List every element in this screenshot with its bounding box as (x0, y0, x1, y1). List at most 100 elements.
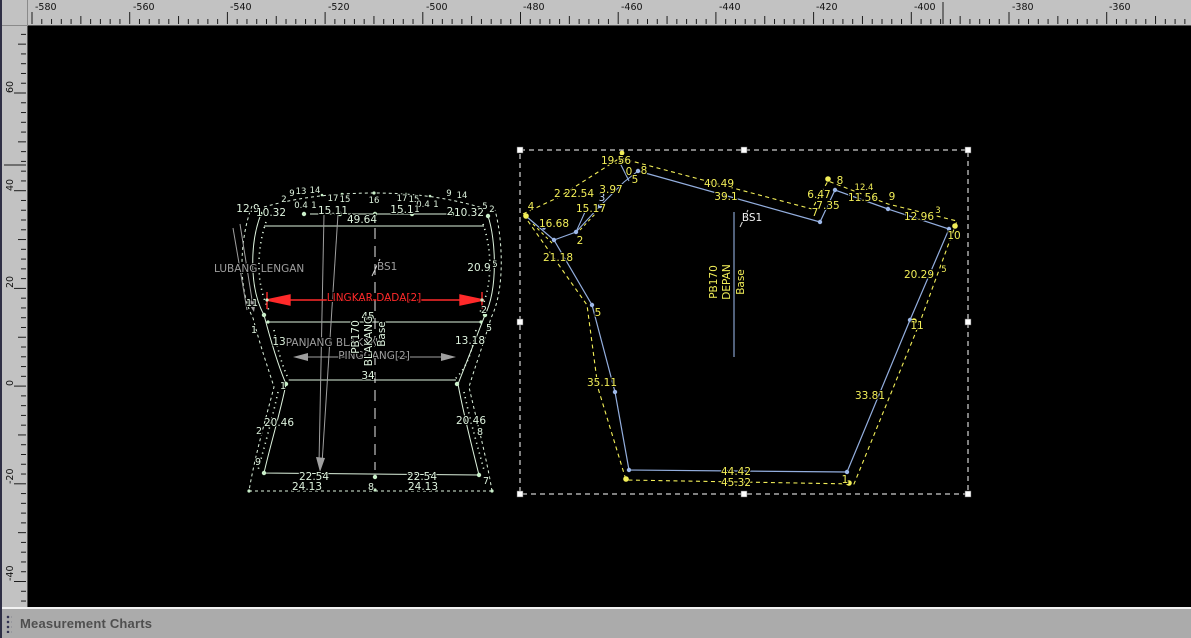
ruler-label: -560 (133, 2, 155, 13)
measurement-label: 15.17 (576, 203, 606, 215)
measurement-label: BLAKANG (363, 316, 375, 366)
pattern-point[interactable] (623, 476, 629, 482)
pattern-point[interactable] (523, 213, 529, 219)
measurement-label: 0.4 (294, 201, 308, 211)
pattern-point[interactable] (265, 298, 268, 301)
front-piece-labels: 42 22.5416.6815.17233.9719.5608540.4939.… (528, 155, 961, 489)
pattern-point[interactable] (455, 382, 459, 386)
measurement-label: 2 (447, 206, 454, 218)
pattern-point[interactable] (262, 313, 266, 317)
front-piece-rotated-labels: PB170DEPANBase (708, 264, 747, 299)
measurement-label: 20.46 (456, 415, 486, 427)
pattern-point[interactable] (262, 471, 266, 475)
ruler-label: 40 (5, 179, 16, 191)
measurement-label: DEPAN (721, 264, 733, 299)
pattern-point[interactable] (429, 195, 432, 198)
pattern-point[interactable] (247, 489, 250, 492)
pattern-point[interactable] (818, 220, 822, 224)
vertical-ruler[interactable]: 6040200-20-40 (2, 26, 28, 607)
pattern-point[interactable] (266, 320, 269, 323)
pattern-point[interactable] (825, 176, 831, 182)
measurement-label: LINGKAR DADA[2] (327, 292, 422, 304)
measurement-label: 9 (289, 189, 294, 199)
measurement-label: 14 (310, 186, 321, 196)
back-seam-allowance-left (242, 206, 274, 491)
pattern-point[interactable] (477, 473, 481, 477)
measurement-label: 1 (414, 205, 419, 215)
pattern-point[interactable] (321, 194, 324, 197)
measurement-label: 16.68 (539, 218, 569, 230)
measurement-label: 9 (446, 189, 451, 199)
measurement-label: 11 (910, 320, 923, 332)
selection-handle[interactable] (965, 319, 971, 325)
ruler-label: 0 (5, 380, 16, 386)
pattern-point[interactable] (479, 320, 482, 323)
ruler-label: -540 (230, 2, 252, 13)
pattern-point[interactable] (480, 298, 483, 301)
measurement-label: 17 (397, 194, 408, 204)
selection-marquee[interactable] (520, 150, 968, 494)
measurement-label: 10.32 (454, 207, 484, 219)
pattern-point[interactable] (886, 207, 890, 211)
measurement-label: 17 (328, 194, 339, 204)
selection-handle[interactable] (965, 491, 971, 497)
measurement-label: 8 (368, 482, 374, 493)
measurement-label: 45.32 (721, 477, 751, 489)
selection-handle[interactable] (517, 491, 523, 497)
measurement-label: 16 (369, 196, 380, 206)
ruler-label: -420 (816, 2, 838, 13)
selection-handle[interactable] (741, 491, 747, 497)
ruler-label: -460 (621, 2, 643, 13)
pattern-point[interactable] (627, 468, 631, 472)
measurement-label: 2 22.54 (554, 188, 594, 200)
measurement-label: 12.96 (904, 211, 934, 223)
selection-handle[interactable] (517, 319, 523, 325)
right-arrow-icon (441, 353, 456, 361)
back-notch-dots-right (454, 224, 490, 470)
pattern-point[interactable] (833, 188, 837, 192)
ruler-corner (2, 0, 28, 26)
pattern-point[interactable] (302, 212, 306, 216)
statusbar-label: Measurement Charts (20, 616, 152, 631)
measurement-label: 5 (492, 260, 497, 270)
pattern-point[interactable] (636, 169, 640, 173)
pattern-point[interactable] (373, 475, 377, 479)
pattern-design-window: -580-560-540-520-500-480-460-440-420-400… (0, 0, 1191, 638)
pattern-canvas[interactable]: 2913140.4117151617159140.4112.910.3215.1… (28, 26, 1191, 607)
measurement-label: 13 (272, 336, 285, 348)
measurement-label: 8 (477, 427, 483, 438)
horizontal-ruler[interactable]: -580-560-540-520-500-480-460-440-420-400… (28, 0, 1191, 26)
measurement-label: 21.18 (543, 252, 573, 264)
pattern-point[interactable] (952, 223, 958, 229)
measurement-label: 33.81 (855, 390, 885, 402)
measurement-label: 1 (280, 381, 286, 392)
measurement-label: PB170 (708, 265, 720, 299)
measurement-label: Base (735, 269, 747, 295)
pattern-point[interactable] (590, 303, 594, 307)
pattern-point[interactable] (490, 489, 493, 492)
measurement-label: 20.29 (904, 269, 934, 281)
pattern-point[interactable] (613, 390, 617, 394)
selection-handle[interactable] (741, 147, 747, 153)
statusbar-grip-icon[interactable] (6, 615, 12, 633)
pattern-point[interactable] (552, 238, 556, 242)
measurement-label: 20.46 (264, 417, 294, 429)
measurement-label: 40.49 (704, 178, 734, 190)
measurement-label: 1 (433, 200, 438, 210)
measurement-label: Base (376, 321, 388, 347)
measurement-label: 15.1 (390, 204, 413, 216)
pattern-point[interactable] (372, 191, 375, 194)
measurement-label: 15 (340, 195, 351, 205)
measurement-label: 1 (842, 474, 849, 486)
measurement-label: 5 (486, 323, 492, 334)
ruler-label: -440 (719, 2, 741, 13)
selection-handle[interactable] (965, 147, 971, 153)
measurement-label: 24.13 (408, 481, 438, 493)
pattern-point[interactable] (574, 230, 578, 234)
measurement-label: 9 (255, 457, 261, 468)
selection-handle[interactable] (517, 147, 523, 153)
ruler-label: -380 (1012, 2, 1034, 13)
measurement-label: 2 (489, 205, 494, 215)
red-right-arrow-icon (460, 295, 484, 305)
measurement-label: 7.35 (816, 200, 839, 212)
